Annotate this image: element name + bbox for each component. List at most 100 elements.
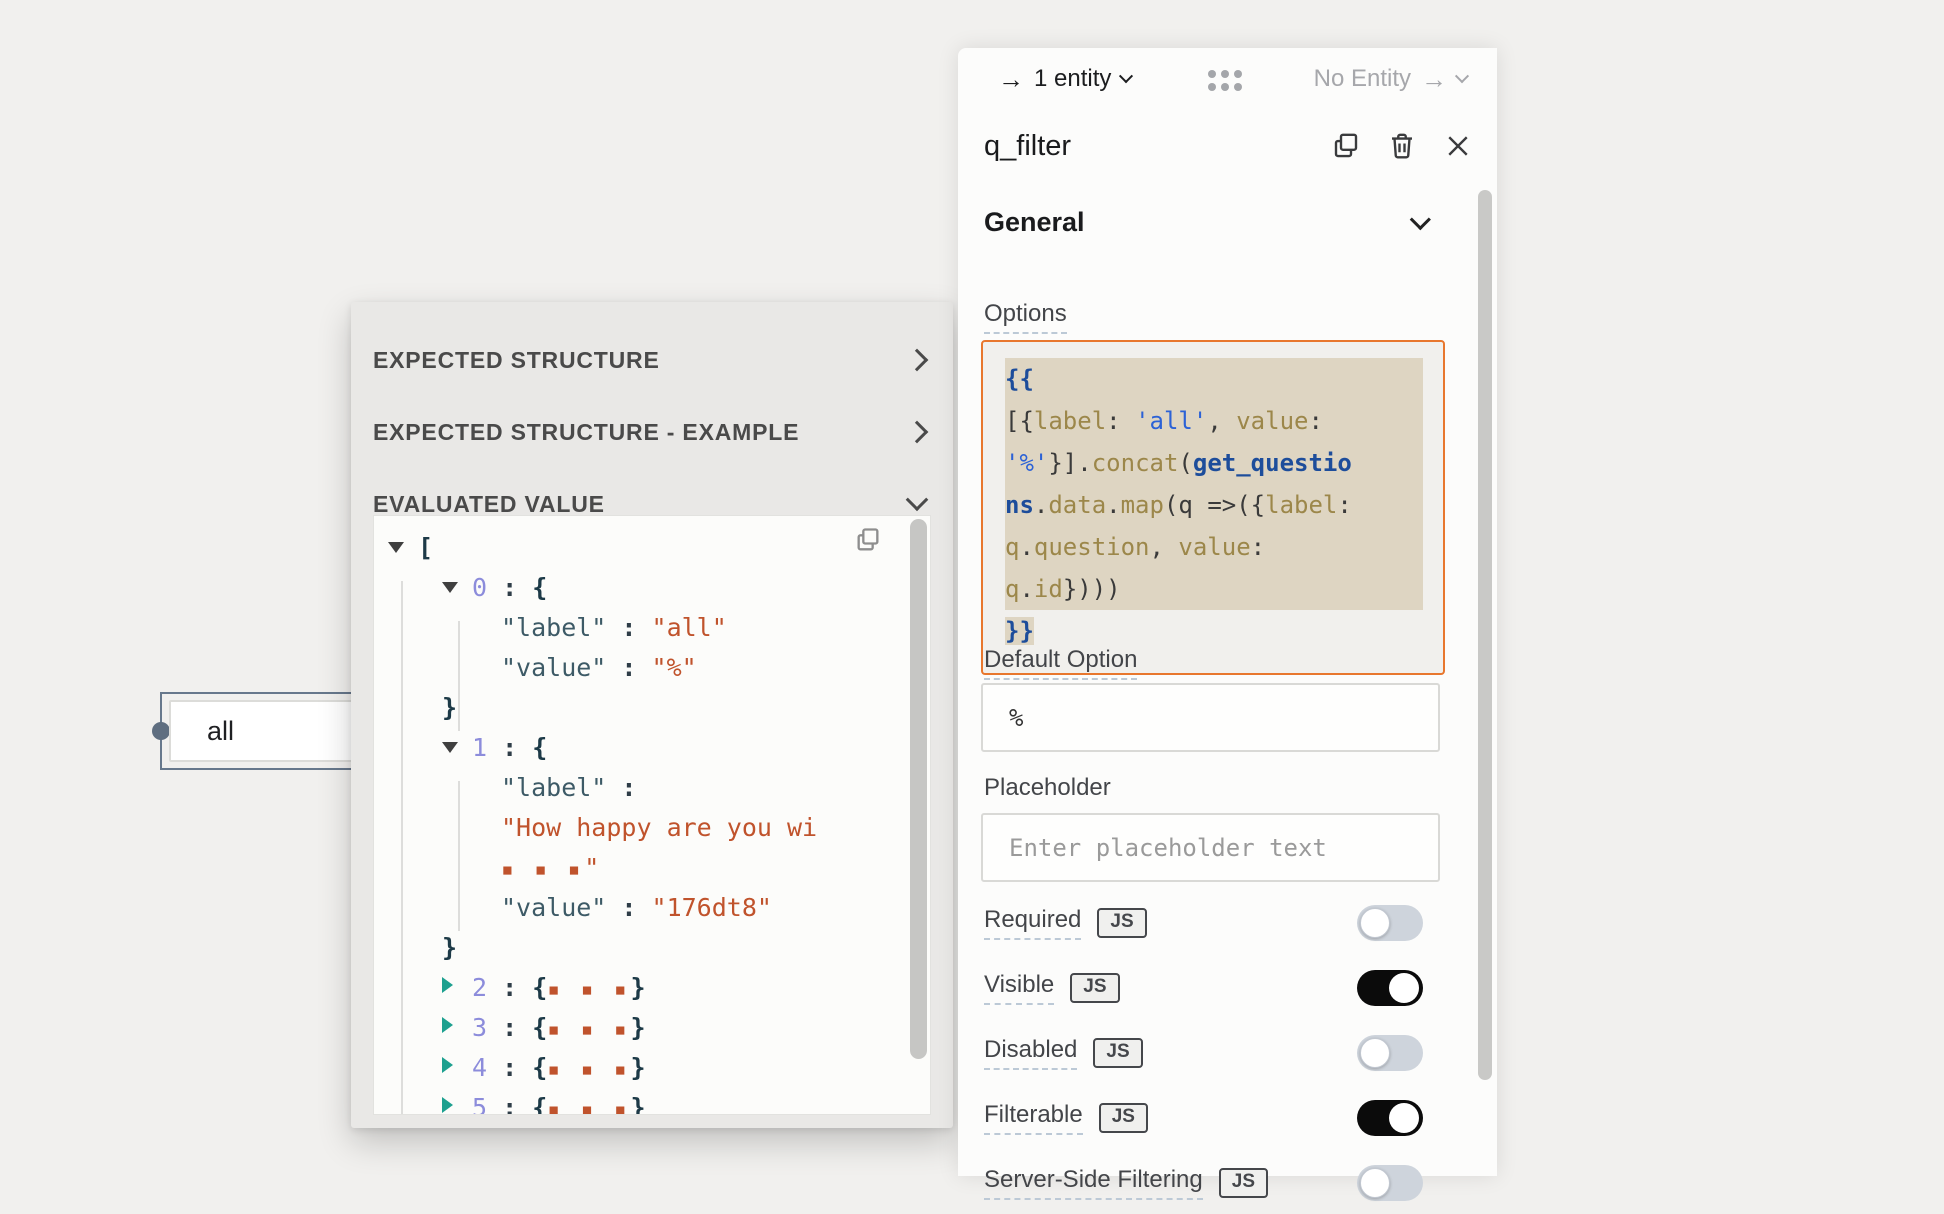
code-token: }} [1005,617,1034,645]
code-token: : [1308,407,1322,435]
expand-triangle-icon[interactable] [442,1049,472,1089]
tree-token: 2 [472,973,487,1002]
default-option-label: Default Option [984,646,1137,680]
tree-token: : [606,653,651,682]
code-token: data [1048,491,1106,519]
toggle-switch-server-side-filtering[interactable] [1357,1165,1423,1201]
tree-token: : [606,613,651,642]
code-token: : [1106,407,1135,435]
js-badge[interactable]: JS [1219,1168,1268,1198]
tree-token: { [532,733,547,762]
json-scrollbar-thumb[interactable] [910,519,927,1059]
js-badge[interactable]: JS [1093,1038,1142,1068]
toggle-label: Disabled [984,1036,1077,1070]
selection-handle[interactable] [152,722,170,740]
tree-token: : [487,573,532,602]
tree-token: } [631,1053,646,1082]
tree-token: { [532,1013,547,1042]
js-badge[interactable]: JS [1097,908,1146,938]
tree-token: : [487,733,532,762]
toggle-switch-required[interactable] [1357,905,1423,941]
default-option-input[interactable] [981,683,1440,752]
code-token: : [1251,533,1265,561]
code-line: [{label: 'all', value: [1005,400,1423,442]
code-token: . [1019,533,1033,561]
tree-token: } [442,693,457,722]
tree-token: "label" [501,773,606,802]
section-header-general[interactable]: General [984,196,1425,248]
tree-row: 1 : { [374,728,904,768]
popup-section-expected-structure[interactable]: EXPECTED STRUCTURE [373,330,933,390]
collapse-triangle-icon[interactable] [388,529,418,569]
tree-token: } [442,933,457,962]
toggle-knob [1360,1038,1390,1068]
component-header: q_filter [984,114,1473,178]
inspector-panel: → 1 entity No Entity → q_filter [958,48,1497,1176]
tree-row: 5 : {▪ ▪ ▪} [374,1088,904,1115]
code-token: label [1034,407,1106,435]
toggle-row-disabled: Disabled JS [984,1021,1423,1084]
code-token: . [1034,491,1048,519]
tree-token: : [606,773,636,802]
collapse-triangle-icon[interactable] [442,569,472,609]
toggle-label: Filterable [984,1101,1083,1135]
close-icon[interactable] [1443,131,1473,161]
toggle-switch-disabled[interactable] [1357,1035,1423,1071]
code-token: [{ [1005,407,1034,435]
toggle-switch-visible[interactable] [1357,970,1423,1006]
options-code-editor[interactable]: {{[{label: 'all', value:'%'}].concat(get… [981,340,1445,675]
expand-triangle-icon[interactable] [442,969,472,1009]
panel-scrollbar-thumb[interactable] [1478,190,1492,1080]
grid-dots-icon[interactable] [1208,70,1242,91]
tree-token: ▪ ▪ ▪ [547,1097,630,1115]
arrow-right-icon: → [998,66,1024,92]
select-widget-value: all [207,716,234,747]
code-token: ns [1005,491,1034,519]
tree-row: } [374,688,904,728]
tree-row: "label" : [374,768,904,808]
tree-token: : [487,1053,532,1082]
code-token: . [1106,491,1120,519]
popup-section-label: EVALUATED VALUE [373,491,605,518]
code-token: }]. [1048,449,1091,477]
options-label: Options [984,300,1067,334]
tree-token: " [584,853,599,882]
incoming-entity-label: 1 entity [1034,65,1111,93]
tree-row: "value" : "%" [374,648,904,688]
expand-triangle-icon[interactable] [442,1009,472,1049]
chevron-down-icon [906,488,929,511]
expand-triangle-icon[interactable] [442,1089,472,1115]
evaluation-popup: EXPECTED STRUCTURE EXPECTED STRUCTURE - E… [351,302,953,1128]
code-token: label [1265,491,1337,519]
code-token: (q =>({ [1164,491,1265,519]
tree-row: "label" : "all" [374,608,904,648]
tree-token: ▪ ▪ ▪ [547,977,630,1001]
copy-value-icon[interactable] [854,526,882,554]
popup-section-expected-structure-example[interactable]: EXPECTED STRUCTURE - EXAMPLE [373,402,933,462]
code-token: , [1150,533,1179,561]
chevron-down-icon [1410,209,1431,230]
tree-token: : [487,1093,532,1115]
tree-token: { [532,573,547,602]
tree-token: 1 [472,733,487,762]
outgoing-entity-selector[interactable]: No Entity → [1314,48,1467,110]
code-token: '%' [1005,449,1048,477]
tree-token: "value" [501,653,606,682]
toggle-switch-filterable[interactable] [1357,1100,1423,1136]
js-badge[interactable]: JS [1070,973,1119,1003]
component-name: q_filter [984,130,1305,163]
toggle-row-server-side-filtering: Server-Side FilteringJS [984,1151,1423,1214]
code-token: question [1034,533,1150,561]
section-title: General [984,207,1085,238]
incoming-entity-selector[interactable]: → 1 entity [998,48,1131,110]
tree-token: ▪ ▪ ▪ [547,1057,630,1081]
js-badge[interactable]: JS [1099,1103,1148,1133]
collapse-triangle-icon[interactable] [442,729,472,769]
duplicate-icon[interactable] [1331,131,1361,161]
placeholder-input[interactable] [981,813,1440,882]
delete-icon[interactable] [1387,131,1417,161]
tree-token: } [631,1013,646,1042]
tree-row: 3 : {▪ ▪ ▪} [374,1008,904,1048]
placeholder-label: Placeholder [984,774,1111,802]
tree-token: "%" [652,653,697,682]
